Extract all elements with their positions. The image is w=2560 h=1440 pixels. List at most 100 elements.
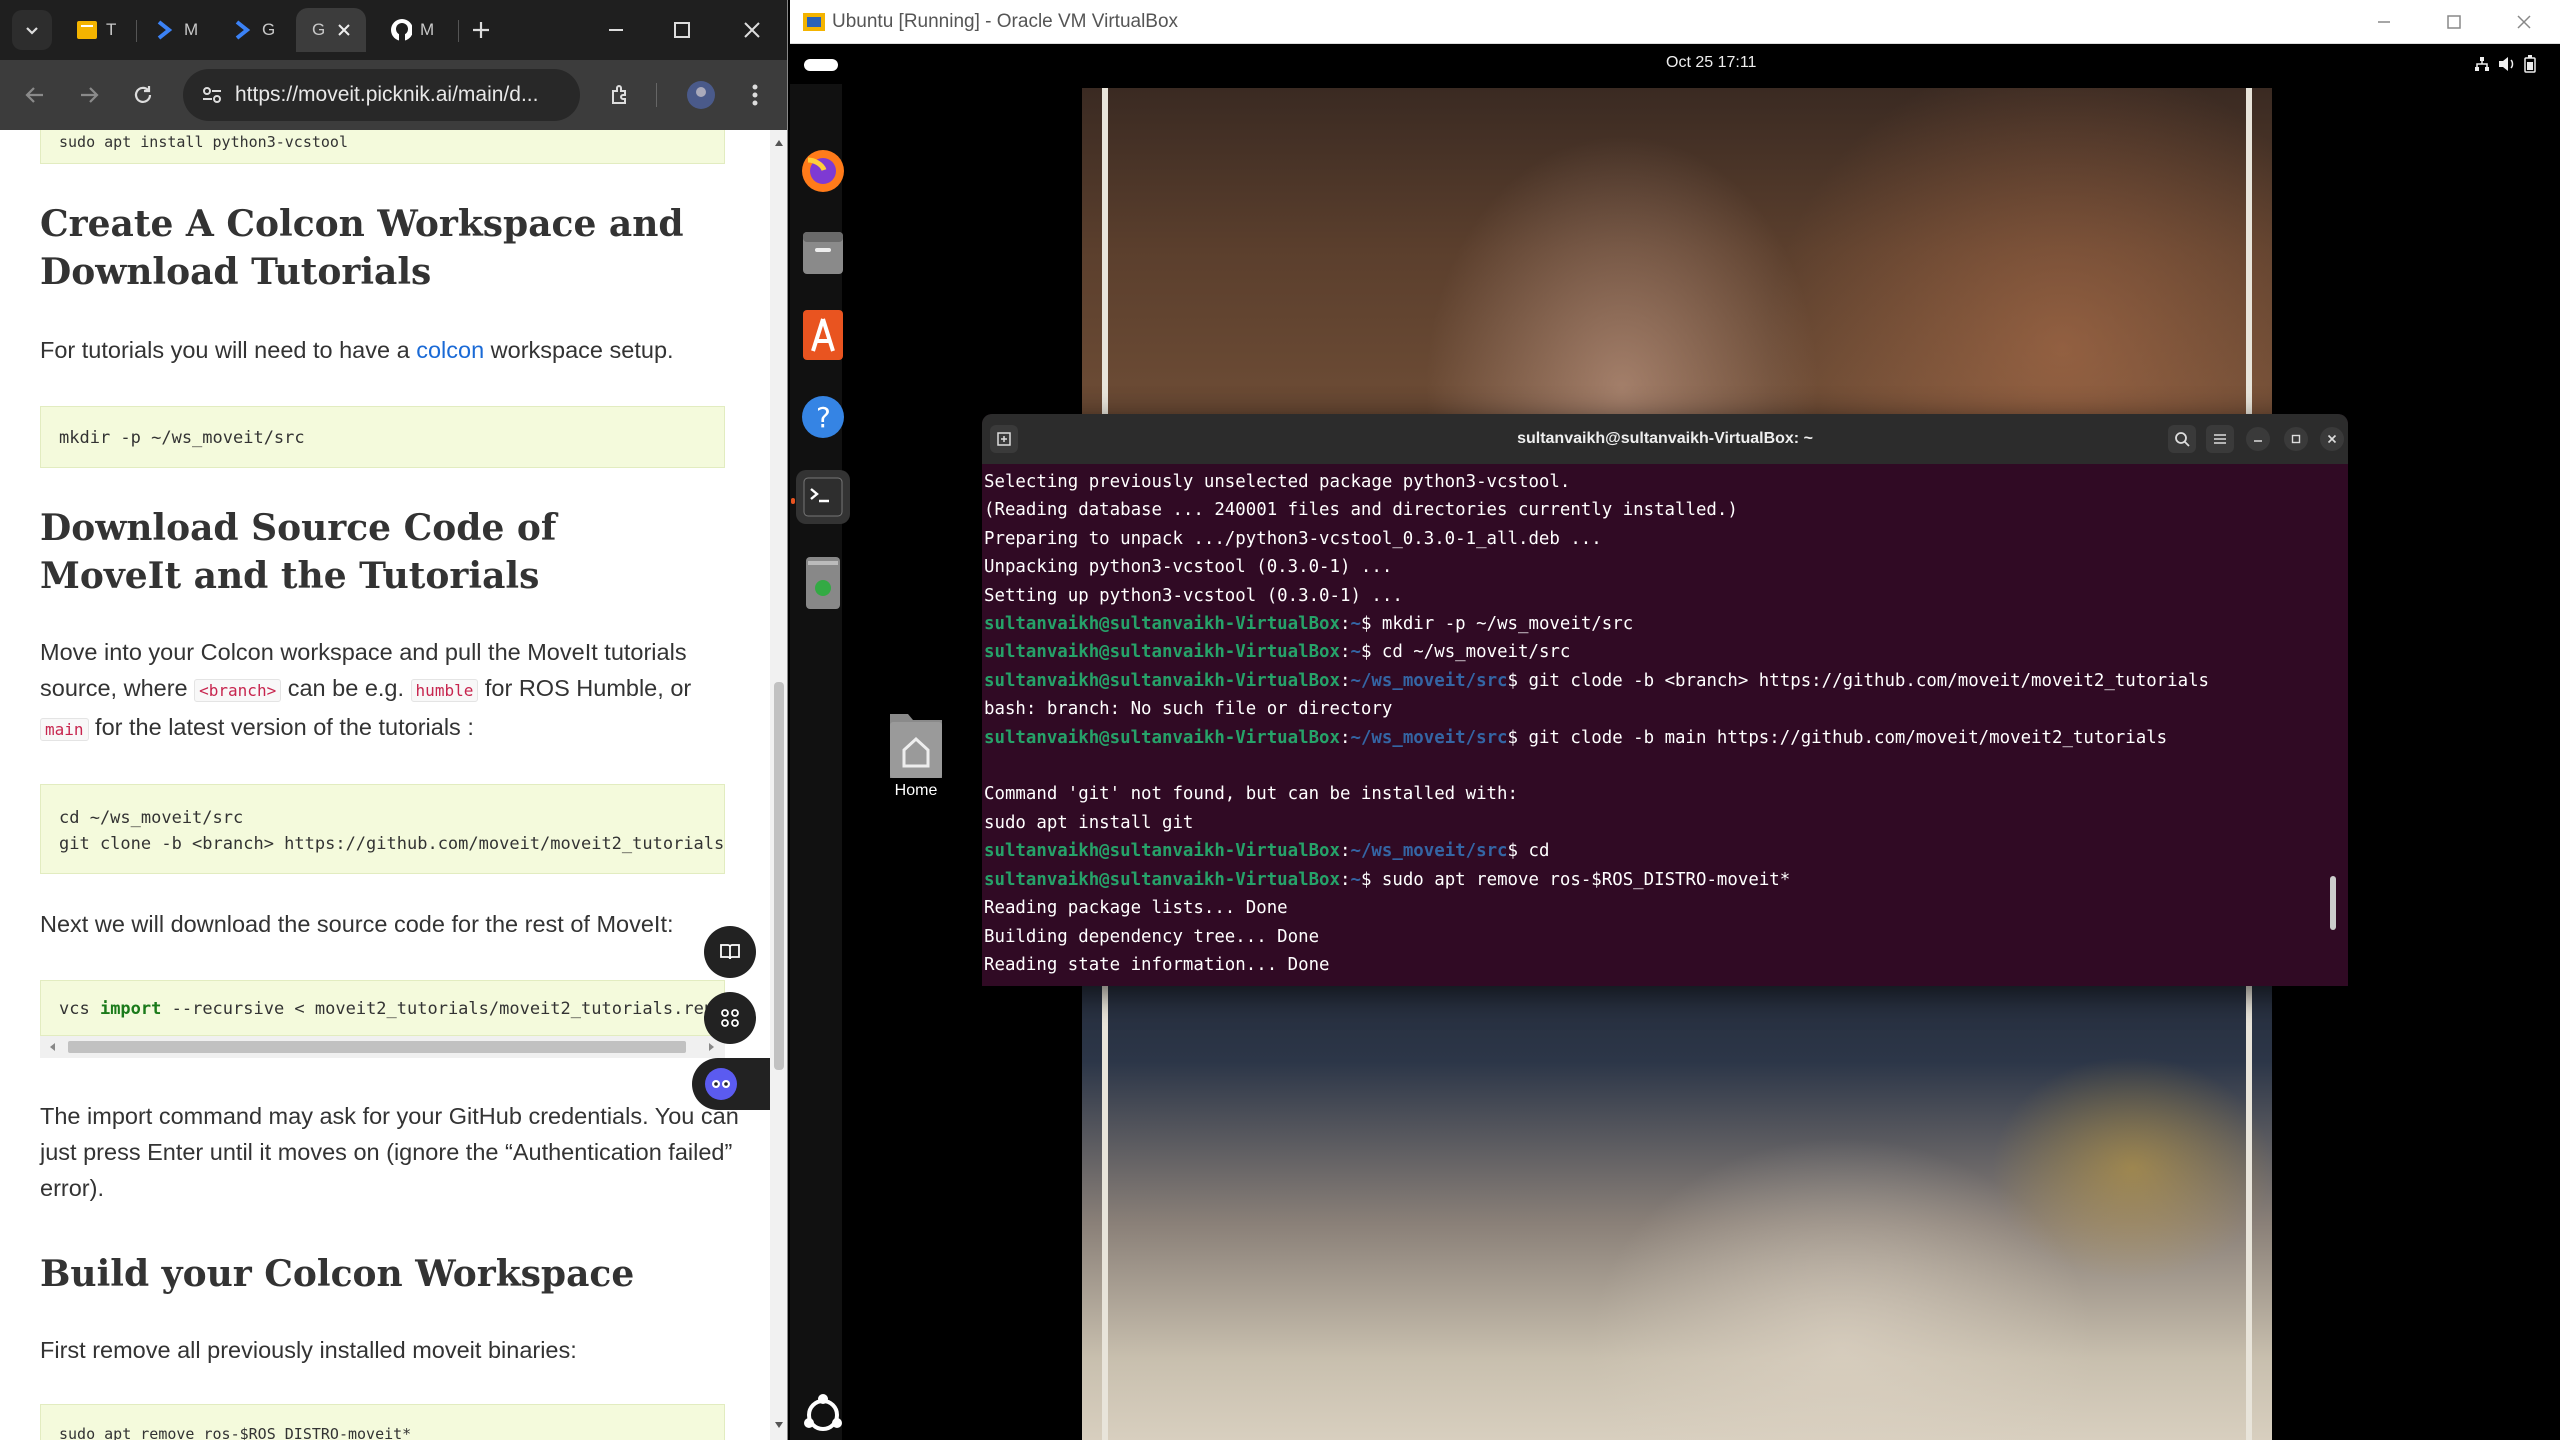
clock[interactable]: Oct 25 17:11 (1666, 54, 1756, 72)
terminal-line: Command 'git' not found, but can be inst… (984, 784, 1518, 805)
terminal-minimize-button[interactable] (2246, 427, 2270, 451)
tab-label: T (106, 20, 117, 39)
terminal-line: sultanvaikh@sultanvaikh-VirtualBox:~/ws_… (984, 727, 2168, 748)
vbox-close-button[interactable] (2490, 2, 2558, 42)
tab-3[interactable]: G (218, 8, 290, 52)
dock-firefox[interactable] (796, 144, 850, 198)
heading-build-workspace: Build your Colcon Workspace (40, 1253, 635, 1295)
dock-trash[interactable] (796, 556, 850, 610)
tab-1[interactable]: T (62, 8, 134, 52)
svg-text:?: ? (816, 401, 831, 434)
paragraph-move-into: Move into your Colcon workspace and pull… (40, 639, 692, 741)
book-icon (720, 944, 740, 960)
address-bar[interactable]: https://moveit.picknik.ai/main/d... (183, 69, 580, 121)
terminal-search-button[interactable] (2168, 425, 2196, 453)
scroll-up-icon[interactable] (774, 138, 784, 148)
tab-5[interactable]: M (376, 8, 448, 52)
hamburger-icon (2214, 434, 2226, 444)
apps-button[interactable] (704, 992, 756, 1044)
kebab-menu-icon (752, 84, 758, 106)
maximize-button[interactable] (656, 10, 708, 50)
scrollbar-thumb[interactable] (68, 1041, 686, 1053)
dock-terminal[interactable] (796, 470, 850, 524)
dock-help[interactable]: ? (796, 390, 850, 444)
tab-search-button[interactable] (12, 10, 52, 50)
network-icon[interactable] (2474, 56, 2490, 72)
dock-show-apps[interactable] (796, 1388, 850, 1440)
extensions-button[interactable] (602, 76, 640, 114)
note-icon (76, 19, 98, 41)
terminal-line: Reading state information... Done (984, 954, 1330, 975)
scrollbar-thumb[interactable] (774, 682, 784, 1070)
new-tab-button[interactable] (466, 10, 496, 50)
code-horizontal-scrollbar[interactable] (40, 1036, 725, 1058)
prompt-user: sultanvaikh@sultanvaikh-VirtualBox (984, 614, 1340, 635)
chrome-window: T M G G M https://moveit.picknik.ai/main… (0, 0, 788, 1440)
home-folder-icon[interactable] (884, 704, 948, 784)
home-folder-label: Home (894, 782, 938, 799)
minimize-icon (2254, 440, 2262, 442)
colcon-link[interactable]: colcon (416, 337, 484, 363)
chevron-down-icon (26, 27, 38, 35)
terminal-close-button[interactable] (2320, 427, 2344, 451)
vbox-minimize-button[interactable] (2350, 2, 2418, 42)
terminal-line: (Reading database ... 240001 files and d… (984, 500, 1738, 521)
tab-2[interactable]: M (140, 8, 212, 52)
code-block-mkdir: mkdir -p ~/ws_moveit/src (40, 406, 725, 468)
tab-label: M (184, 20, 199, 39)
site-info-icon[interactable] (199, 82, 225, 108)
chrome-menu-button[interactable] (736, 76, 774, 114)
code-text: sudo apt remove ros-$ROS_DISTRO-moveit* (59, 1425, 412, 1440)
minimize-icon (2378, 21, 2390, 23)
activities-button[interactable] (804, 59, 838, 71)
dock-app-center[interactable] (796, 308, 850, 362)
terminal-menu-button[interactable] (2206, 425, 2234, 453)
battery-icon[interactable] (2524, 55, 2536, 73)
minimize-button[interactable] (590, 10, 642, 50)
web-page: sudo apt install python3-vcstool Create … (0, 130, 770, 1440)
terminal-line: Selecting previously unselected package … (984, 472, 1571, 492)
ubuntu-logo-icon (804, 1394, 842, 1431)
back-button[interactable] (16, 76, 54, 114)
url-text: https://moveit.picknik.ai/main/d... (235, 83, 539, 106)
volume-icon[interactable] (2498, 56, 2516, 72)
reload-button[interactable] (124, 76, 162, 114)
terminal-output[interactable]: Selecting previously unselected package … (982, 464, 2342, 986)
virtualbox-icon (803, 13, 825, 31)
profile-avatar[interactable] (682, 76, 720, 114)
scroll-left-icon[interactable] (48, 1042, 58, 1052)
page-vertical-scrollbar[interactable] (770, 130, 787, 1440)
firefox-icon (802, 150, 844, 192)
prompt-user: sultanvaikh@sultanvaikh-VirtualBox (984, 841, 1340, 862)
code-line: git clone -b <branch> https://github.com… (59, 834, 725, 854)
command-text: $ git clode -b <branch> https://github.c… (1507, 670, 2210, 691)
terminal-scrollbar[interactable] (2330, 876, 2336, 930)
assistant-button[interactable] (692, 1058, 770, 1110)
vbox-maximize-button[interactable] (2420, 2, 2488, 42)
terminal-headerbar: sultanvaikh@sultanvaikh-VirtualBox: ~ (982, 414, 2348, 464)
prompt-user: sultanvaikh@sultanvaikh-VirtualBox (984, 670, 1340, 691)
command-text: $ git clode -b main https://github.com/m… (1507, 727, 2168, 748)
terminal-window[interactable]: sultanvaikh@sultanvaikh-VirtualBox: ~ Se… (982, 414, 2348, 986)
maximize-icon (674, 22, 690, 38)
ubuntu-dock: ? (790, 84, 850, 1440)
running-indicator (791, 498, 795, 504)
dock-files[interactable] (796, 226, 850, 280)
bot-icon (705, 1068, 737, 1100)
arrow-right-icon (81, 87, 99, 103)
scroll-down-icon[interactable] (774, 1420, 784, 1430)
forward-button[interactable] (70, 76, 108, 114)
close-icon[interactable] (337, 23, 351, 37)
close-button[interactable] (726, 10, 778, 50)
prompt-path: ~ (1350, 642, 1361, 663)
terminal-line: sultanvaikh@sultanvaikh-VirtualBox:~$ cd… (984, 642, 1571, 663)
inline-code-humble: humble (410, 679, 479, 702)
chevron-icon (154, 19, 176, 41)
app-center-icon (803, 310, 843, 360)
reader-mode-button[interactable] (704, 926, 756, 978)
code-block-vcs: vcs import --recursive < moveit2_tutoria… (40, 980, 725, 1036)
scroll-right-icon[interactable] (706, 1042, 716, 1052)
terminal-maximize-button[interactable] (2284, 427, 2308, 451)
tab-active[interactable]: G (296, 8, 366, 52)
